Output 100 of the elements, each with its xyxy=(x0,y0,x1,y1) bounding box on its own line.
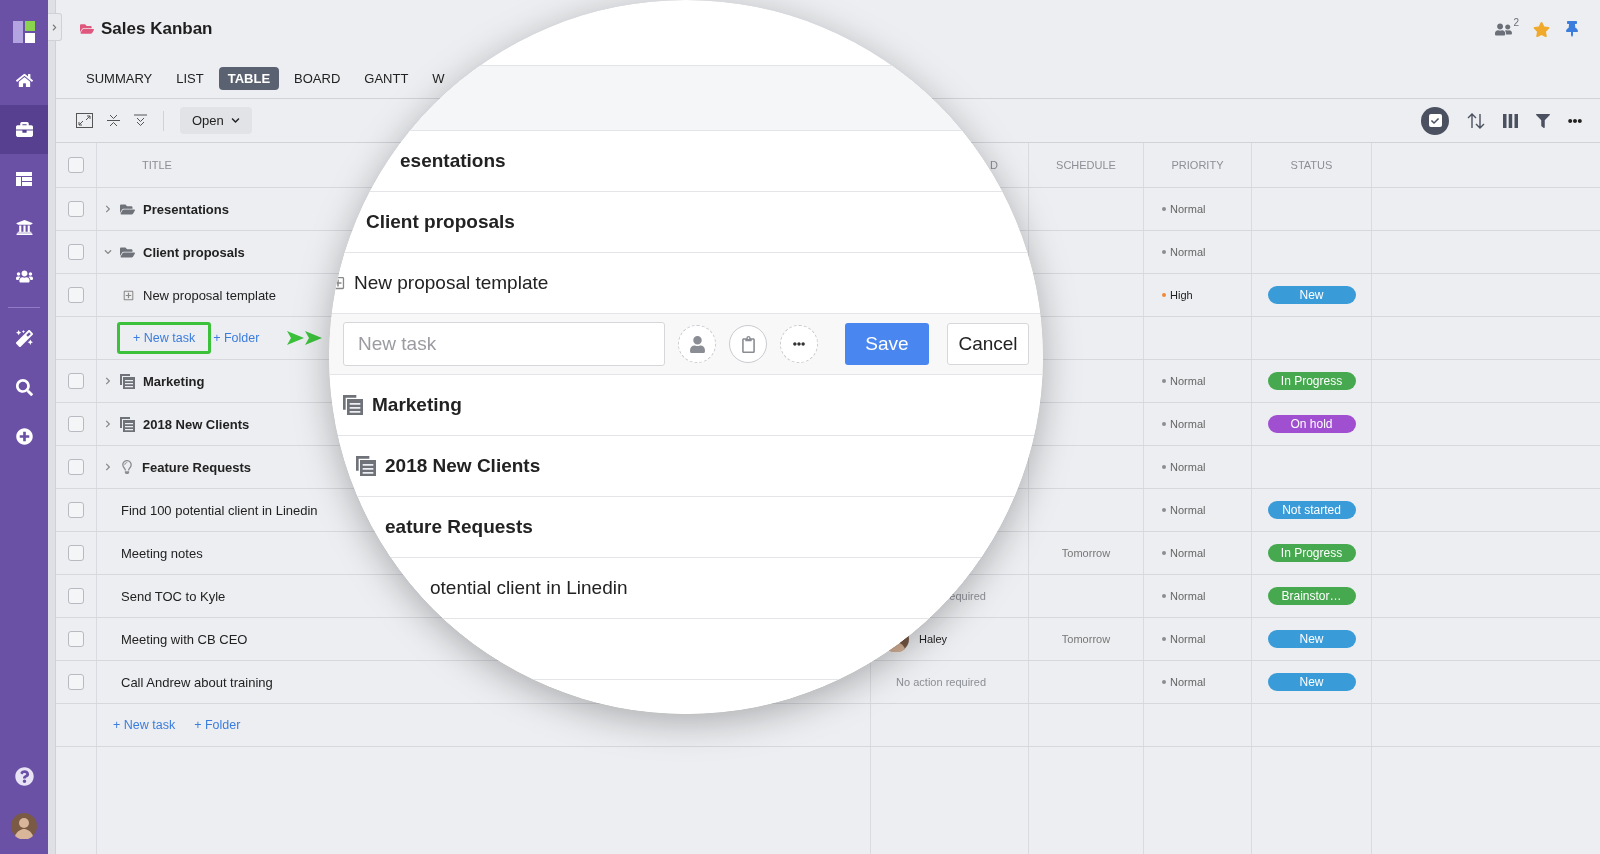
row-title: otential client in Linedin xyxy=(430,577,628,599)
filter-icon xyxy=(1536,113,1550,128)
checkbox[interactable] xyxy=(68,459,84,475)
chevron-right-icon xyxy=(51,23,58,31)
chevron-right-icon[interactable] xyxy=(104,205,112,213)
chevron-down-icon[interactable] xyxy=(104,248,112,256)
row-title: New proposal template xyxy=(354,272,549,294)
person-icon xyxy=(688,335,706,353)
watchers-button[interactable]: 2 xyxy=(1495,20,1519,38)
add-icon xyxy=(15,428,33,445)
schedule-text: Tomorrow xyxy=(1061,547,1111,559)
star-icon[interactable] xyxy=(1533,20,1550,38)
status-badge: New xyxy=(1267,630,1356,648)
column-header: D xyxy=(990,159,998,171)
row-title[interactable]: Presentations xyxy=(143,201,229,217)
assignee-button[interactable] xyxy=(678,325,716,363)
assignee-note: No action required xyxy=(896,676,986,688)
chevron-right-icon[interactable] xyxy=(104,420,112,428)
view-tab[interactable]: W xyxy=(423,66,454,90)
chevron-right-icon[interactable] xyxy=(104,463,112,471)
chevron-right-icon[interactable] xyxy=(104,377,112,385)
view-tab[interactable]: SUMMARY xyxy=(77,66,162,90)
priority-label: Normal xyxy=(1170,203,1206,215)
status-badge: Brainstor… xyxy=(1267,587,1356,605)
status-badge: New xyxy=(1267,673,1356,691)
checkbox[interactable] xyxy=(68,631,84,647)
bank-icon xyxy=(15,219,33,236)
priority-label: Normal xyxy=(1170,633,1206,645)
pin-icon[interactable] xyxy=(1564,21,1580,37)
checkbox[interactable] xyxy=(68,674,84,690)
board-icon xyxy=(16,171,32,186)
briefcase-icon xyxy=(15,121,33,138)
save-button[interactable]: Save xyxy=(845,323,929,365)
priority-label: Normal xyxy=(1170,547,1206,559)
select-all-checkbox[interactable] xyxy=(68,157,84,173)
caret-icon xyxy=(230,116,240,125)
clipboard-icon xyxy=(739,335,757,353)
view-tab[interactable]: BOARD xyxy=(285,66,350,90)
expand-icon[interactable] xyxy=(76,113,93,128)
columns-icon xyxy=(1503,113,1518,128)
collapse-all-icon[interactable] xyxy=(134,114,147,127)
row-title[interactable]: Call Andrew about training xyxy=(121,674,273,690)
view-tab[interactable]: GANTT xyxy=(355,66,418,90)
row-title[interactable]: Feature Requests xyxy=(142,459,252,475)
cancel-button[interactable]: Cancel xyxy=(947,323,1029,365)
document-stack-icon xyxy=(120,416,135,432)
nav-button[interactable] xyxy=(0,105,48,154)
row-title[interactable]: 2018 New Clients xyxy=(143,416,250,432)
checkbox[interactable] xyxy=(68,502,84,518)
row-title[interactable]: Marketing xyxy=(143,373,205,389)
status-badge: Not started xyxy=(1267,501,1356,519)
assignee-name: Haley xyxy=(919,633,948,645)
checkbox[interactable] xyxy=(68,373,84,389)
checkbox[interactable] xyxy=(68,545,84,561)
page-title: Sales Kanban xyxy=(101,19,213,39)
add-link[interactable]: + New task xyxy=(117,322,212,354)
row-title[interactable]: Find 100 potential client in Linedin xyxy=(121,502,318,518)
document-stack-icon xyxy=(343,395,363,415)
status-badge: On hold xyxy=(1267,415,1356,433)
checkbox[interactable] xyxy=(68,201,84,217)
filter-button[interactable] xyxy=(1536,113,1550,128)
lightbulb-icon xyxy=(120,460,134,474)
view-tab[interactable]: LIST xyxy=(167,66,213,90)
document-stack-icon xyxy=(120,373,135,389)
row-title: Client proposals xyxy=(366,211,515,233)
view-tab[interactable]: TABLE xyxy=(218,66,280,90)
row-title[interactable]: Meeting notes xyxy=(121,545,203,561)
checkbox[interactable] xyxy=(68,416,84,432)
document-stack-icon xyxy=(356,456,376,476)
add-link[interactable]: + Folder xyxy=(192,718,243,732)
status-filter-dropdown[interactable]: Open xyxy=(180,107,252,134)
sort-button[interactable] xyxy=(1467,112,1485,129)
priority-label: Normal xyxy=(1170,375,1206,387)
logo-icon xyxy=(13,20,35,43)
select-mode-button[interactable] xyxy=(1421,106,1449,135)
row-title: eature Requests xyxy=(385,516,533,538)
row-title[interactable]: New proposal template xyxy=(143,287,276,303)
checkbox[interactable] xyxy=(68,287,84,303)
column-header: TITLE xyxy=(142,159,172,171)
checkbox[interactable] xyxy=(68,244,84,260)
priority-label: Normal xyxy=(1170,590,1206,602)
row-title[interactable]: Client proposals xyxy=(143,244,245,260)
add-link[interactable]: + New task xyxy=(111,718,178,732)
status-badge: In Progress xyxy=(1267,544,1356,562)
sidebar-toggle[interactable] xyxy=(48,13,62,41)
people-icon xyxy=(15,268,33,285)
priority-label: Normal xyxy=(1170,418,1206,430)
row-title[interactable]: Meeting with CB CEO xyxy=(121,631,248,647)
collapse-icon[interactable] xyxy=(107,114,120,127)
status-badge: In Progress xyxy=(1267,372,1356,390)
row-title[interactable]: Send TOC to Kyle xyxy=(121,588,226,604)
help-icon xyxy=(14,767,34,786)
columns-button[interactable] xyxy=(1503,113,1518,128)
magic-wand-icon xyxy=(15,330,33,347)
home-icon xyxy=(15,72,33,89)
priority-label: Normal xyxy=(1170,246,1206,258)
add-link[interactable]: + Folder xyxy=(211,331,262,345)
clipboard-button[interactable] xyxy=(729,325,767,363)
task-name-field[interactable]: New task xyxy=(343,322,665,366)
checkbox[interactable] xyxy=(68,588,84,604)
